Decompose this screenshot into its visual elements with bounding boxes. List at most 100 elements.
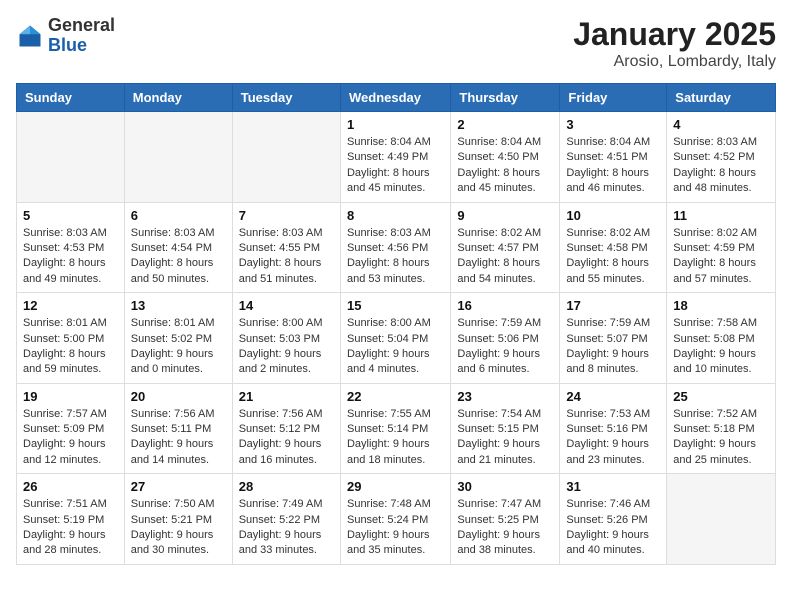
day-info: Sunrise: 8:02 AM Sunset: 4:59 PM Dayligh… — [673, 226, 769, 288]
day-cell: 17Sunrise: 7:59 AM Sunset: 5:07 PM Dayli… — [560, 293, 667, 384]
day-number: 28 — [239, 479, 334, 494]
header-cell-wednesday: Wednesday — [340, 84, 450, 112]
page-header: General Blue January 2025 Arosio, Lombar… — [16, 16, 776, 71]
day-number: 19 — [23, 389, 118, 404]
day-info: Sunrise: 7:46 AM Sunset: 5:26 PM Dayligh… — [566, 497, 660, 559]
day-info: Sunrise: 8:00 AM Sunset: 5:03 PM Dayligh… — [239, 316, 334, 378]
day-number: 1 — [347, 117, 444, 132]
day-cell — [124, 112, 232, 203]
day-info: Sunrise: 8:03 AM Sunset: 4:55 PM Dayligh… — [239, 226, 334, 288]
day-number: 5 — [23, 208, 118, 223]
day-info: Sunrise: 7:56 AM Sunset: 5:12 PM Dayligh… — [239, 407, 334, 469]
day-cell: 10Sunrise: 8:02 AM Sunset: 4:58 PM Dayli… — [560, 202, 667, 293]
month-title: January 2025 — [573, 16, 776, 53]
day-number: 15 — [347, 298, 444, 313]
day-cell: 11 Sunrise: 8:02 AM Sunset: 4:59 PM Dayli… — [667, 202, 776, 293]
day-cell: 27 Sunrise: 7:50 AM Sunset: 5:21 PM Dayli… — [124, 474, 232, 565]
day-number: 4 — [673, 117, 769, 132]
day-number: 6 — [131, 208, 226, 223]
day-number: 11 — [673, 208, 769, 223]
day-info: Sunrise: 7:54 AM Sunset: 5:15 PM Dayligh… — [457, 407, 553, 469]
header-cell-saturday: Saturday — [667, 84, 776, 112]
day-cell: 23 Sunrise: 7:54 AM Sunset: 5:15 PM Dayli… — [451, 383, 560, 474]
day-info: Sunrise: 7:58 AM Sunset: 5:08 PM Dayligh… — [673, 316, 769, 378]
calendar-header: SundayMondayTuesdayWednesdayThursdayFrid… — [17, 84, 776, 112]
week-row-3: 12 Sunrise: 8:01 AM Sunset: 5:00 PM Dayli… — [17, 293, 776, 384]
day-info: Sunrise: 8:01 AM Sunset: 5:02 PM Dayligh… — [131, 316, 226, 378]
day-number: 2 — [457, 117, 553, 132]
day-cell: 20 Sunrise: 7:56 AM Sunset: 5:11 PM Dayli… — [124, 383, 232, 474]
day-number: 24 — [566, 389, 660, 404]
day-info: Sunrise: 7:53 AM Sunset: 5:16 PM Dayligh… — [566, 407, 660, 469]
day-cell: 25 Sunrise: 7:52 AM Sunset: 5:18 PM Dayli… — [667, 383, 776, 474]
day-cell: 16Sunrise: 7:59 AM Sunset: 5:06 PM Dayli… — [451, 293, 560, 384]
day-number: 29 — [347, 479, 444, 494]
day-info: Sunrise: 7:56 AM Sunset: 5:11 PM Dayligh… — [131, 407, 226, 469]
day-cell: 29 Sunrise: 7:48 AM Sunset: 5:24 PM Dayli… — [340, 474, 450, 565]
header-cell-thursday: Thursday — [451, 84, 560, 112]
day-info: Sunrise: 7:57 AM Sunset: 5:09 PM Dayligh… — [23, 407, 118, 469]
day-cell: 1 Sunrise: 8:04 AM Sunset: 4:49 PM Daylig… — [340, 112, 450, 203]
day-number: 14 — [239, 298, 334, 313]
day-info: Sunrise: 7:47 AM Sunset: 5:25 PM Dayligh… — [457, 497, 553, 559]
day-cell: 19 Sunrise: 7:57 AM Sunset: 5:09 PM Dayli… — [17, 383, 125, 474]
day-cell: 24 Sunrise: 7:53 AM Sunset: 5:16 PM Dayli… — [560, 383, 667, 474]
day-info: Sunrise: 8:01 AM Sunset: 5:00 PM Dayligh… — [23, 316, 118, 378]
header-cell-tuesday: Tuesday — [232, 84, 340, 112]
day-number: 18 — [673, 298, 769, 313]
day-info: Sunrise: 8:04 AM Sunset: 4:49 PM Dayligh… — [347, 135, 444, 197]
day-number: 30 — [457, 479, 553, 494]
day-info: Sunrise: 7:52 AM Sunset: 5:18 PM Dayligh… — [673, 407, 769, 469]
day-info: Sunrise: 8:00 AM Sunset: 5:04 PM Dayligh… — [347, 316, 444, 378]
week-row-2: 5 Sunrise: 8:03 AM Sunset: 4:53 PM Daylig… — [17, 202, 776, 293]
day-cell: 9 Sunrise: 8:02 AM Sunset: 4:57 PM Daylig… — [451, 202, 560, 293]
day-info: Sunrise: 8:02 AM Sunset: 4:57 PM Dayligh… — [457, 226, 553, 288]
header-cell-monday: Monday — [124, 84, 232, 112]
day-number: 25 — [673, 389, 769, 404]
week-row-1: 1 Sunrise: 8:04 AM Sunset: 4:49 PM Daylig… — [17, 112, 776, 203]
day-cell — [667, 474, 776, 565]
day-cell: 21 Sunrise: 7:56 AM Sunset: 5:12 PM Dayli… — [232, 383, 340, 474]
day-number: 9 — [457, 208, 553, 223]
day-info: Sunrise: 7:50 AM Sunset: 5:21 PM Dayligh… — [131, 497, 226, 559]
day-cell: 15 Sunrise: 8:00 AM Sunset: 5:04 PM Dayli… — [340, 293, 450, 384]
day-info: Sunrise: 8:03 AM Sunset: 4:53 PM Dayligh… — [23, 226, 118, 288]
title-block: January 2025 Arosio, Lombardy, Italy — [573, 16, 776, 71]
day-cell: 26Sunrise: 7:51 AM Sunset: 5:19 PM Dayli… — [17, 474, 125, 565]
day-number: 16 — [457, 298, 553, 313]
day-info: Sunrise: 8:04 AM Sunset: 4:50 PM Dayligh… — [457, 135, 553, 197]
day-number: 8 — [347, 208, 444, 223]
day-number: 12 — [23, 298, 118, 313]
day-cell: 2 Sunrise: 8:04 AM Sunset: 4:50 PM Daylig… — [451, 112, 560, 203]
day-cell — [232, 112, 340, 203]
day-info: Sunrise: 7:55 AM Sunset: 5:14 PM Dayligh… — [347, 407, 444, 469]
day-number: 3 — [566, 117, 660, 132]
day-number: 7 — [239, 208, 334, 223]
week-row-5: 26Sunrise: 7:51 AM Sunset: 5:19 PM Dayli… — [17, 474, 776, 565]
logo-text: General Blue — [48, 16, 115, 56]
day-number: 23 — [457, 389, 553, 404]
day-number: 26 — [23, 479, 118, 494]
day-number: 17 — [566, 298, 660, 313]
day-cell: 5 Sunrise: 8:03 AM Sunset: 4:53 PM Daylig… — [17, 202, 125, 293]
day-cell: 30 Sunrise: 7:47 AM Sunset: 5:25 PM Dayli… — [451, 474, 560, 565]
day-cell: 7 Sunrise: 8:03 AM Sunset: 4:55 PM Daylig… — [232, 202, 340, 293]
day-number: 27 — [131, 479, 226, 494]
day-cell: 4 Sunrise: 8:03 AM Sunset: 4:52 PM Daylig… — [667, 112, 776, 203]
location: Arosio, Lombardy, Italy — [573, 53, 776, 71]
day-number: 13 — [131, 298, 226, 313]
day-info: Sunrise: 8:03 AM Sunset: 4:52 PM Dayligh… — [673, 135, 769, 197]
calendar-body: 1 Sunrise: 8:04 AM Sunset: 4:49 PM Daylig… — [17, 112, 776, 565]
calendar: SundayMondayTuesdayWednesdayThursdayFrid… — [16, 83, 776, 565]
day-info: Sunrise: 7:48 AM Sunset: 5:24 PM Dayligh… — [347, 497, 444, 559]
day-cell: 22Sunrise: 7:55 AM Sunset: 5:14 PM Dayli… — [340, 383, 450, 474]
day-cell: 14 Sunrise: 8:00 AM Sunset: 5:03 PM Dayli… — [232, 293, 340, 384]
day-cell: 8 Sunrise: 8:03 AM Sunset: 4:56 PM Daylig… — [340, 202, 450, 293]
day-number: 20 — [131, 389, 226, 404]
day-number: 21 — [239, 389, 334, 404]
day-info: Sunrise: 7:49 AM Sunset: 5:22 PM Dayligh… — [239, 497, 334, 559]
day-info: Sunrise: 8:03 AM Sunset: 4:56 PM Dayligh… — [347, 226, 444, 288]
day-cell: 28 Sunrise: 7:49 AM Sunset: 5:22 PM Dayli… — [232, 474, 340, 565]
header-row: SundayMondayTuesdayWednesdayThursdayFrid… — [17, 84, 776, 112]
header-cell-friday: Friday — [560, 84, 667, 112]
